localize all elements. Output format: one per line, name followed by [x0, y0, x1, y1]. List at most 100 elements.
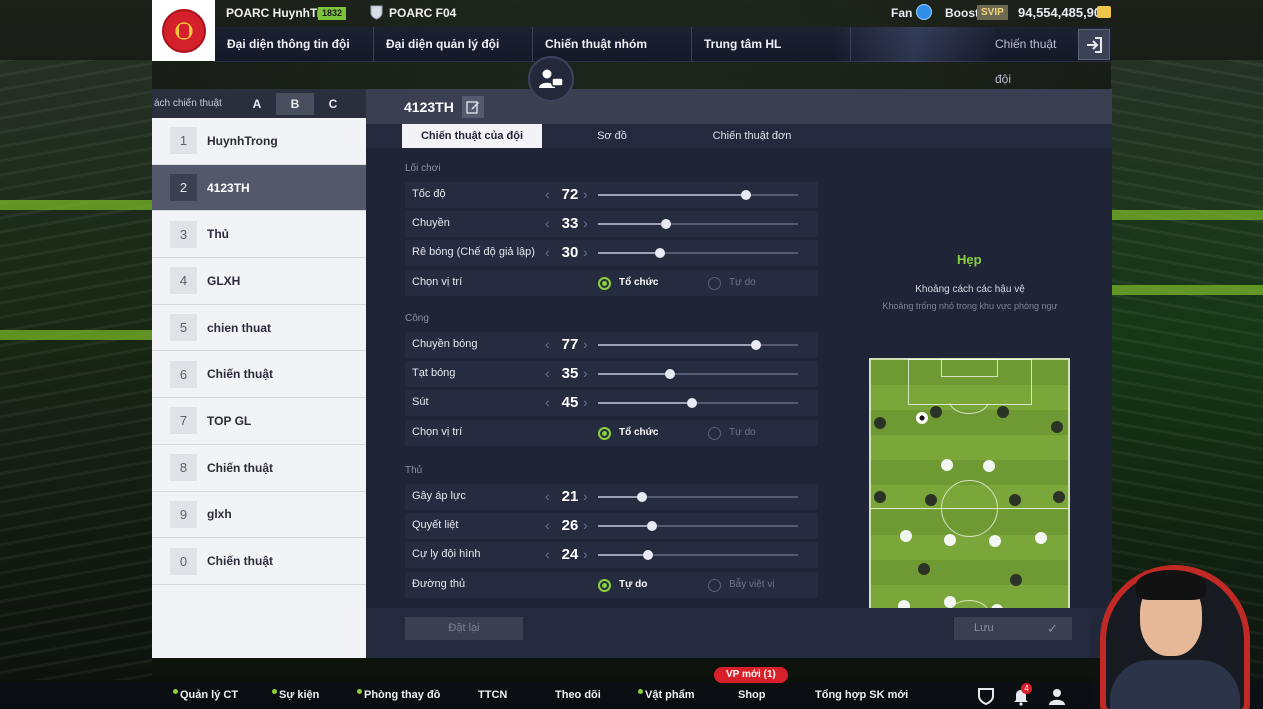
chevron-right-icon[interactable]: › — [583, 215, 588, 231]
bottom-nav-ttcn[interactable]: TTCN — [478, 689, 507, 701]
chevron-right-icon[interactable]: › — [583, 517, 588, 533]
tab-c[interactable]: C — [314, 92, 352, 115]
slider-handle[interactable] — [751, 340, 761, 350]
tactic-item[interactable]: 0 Chiến thuật — [152, 538, 366, 585]
tab-b[interactable]: B — [276, 92, 314, 115]
svip-badge[interactable]: SVIP — [977, 5, 1008, 20]
slider-handle[interactable] — [643, 550, 653, 560]
tab-team-tactics[interactable]: Chiến thuật của đội — [402, 124, 542, 148]
chevron-left-icon[interactable]: ‹ — [545, 215, 550, 231]
tactic-item[interactable]: 4 GLXH — [152, 258, 366, 305]
tactic-item[interactable]: 5 chien thuat — [152, 305, 366, 352]
tactic-slider-row: Tạt bóng ‹ 35 › — [405, 361, 818, 387]
chevron-right-icon[interactable]: › — [583, 244, 588, 260]
chevron-right-icon[interactable]: › — [583, 365, 588, 381]
chevron-left-icon[interactable]: ‹ — [545, 186, 550, 202]
slider-handle[interactable] — [687, 398, 697, 408]
bottom-nav-label: Vật phẩm — [645, 689, 695, 701]
tab-formation[interactable]: Sơ đồ — [542, 124, 682, 148]
tactic-option-row: Đường thủ Tự do Bẫy việt vị — [405, 572, 818, 598]
tab-a[interactable]: A — [238, 92, 276, 115]
slider-track[interactable] — [598, 190, 798, 200]
team-player[interactable] — [989, 535, 1001, 547]
slider-handle[interactable] — [647, 521, 657, 531]
team-player[interactable] — [1035, 532, 1047, 544]
team-player[interactable] — [983, 460, 995, 472]
center-circle — [941, 480, 998, 537]
chevron-left-icon[interactable]: ‹ — [545, 394, 550, 410]
chevron-left-icon[interactable]: ‹ — [545, 336, 550, 352]
chevron-left-icon[interactable]: ‹ — [545, 244, 550, 260]
reset-button[interactable]: Đặt lại — [405, 617, 523, 640]
bottom-nav-tong-hop-sk[interactable]: Tổng hợp SK mới — [815, 689, 908, 701]
tactic-item[interactable]: 2 4123TH — [152, 164, 366, 212]
radio-unselected[interactable] — [708, 427, 721, 440]
option-unselected-label: Tự do — [729, 277, 756, 288]
slider-track[interactable] — [598, 340, 798, 350]
team-player[interactable] — [900, 530, 912, 542]
edit-name-button[interactable] — [461, 95, 484, 118]
exit-button[interactable] — [1078, 29, 1110, 60]
new-dot — [638, 689, 643, 694]
bottom-nav-quan-ly-ct[interactable]: Quản lý CT — [173, 689, 238, 701]
slider-handle[interactable] — [655, 248, 665, 258]
chevron-right-icon[interactable]: › — [583, 336, 588, 352]
slider-value: 30 — [561, 244, 579, 261]
team-player[interactable] — [941, 459, 953, 471]
description-line: Khoảng cách các hậu vệ — [915, 284, 1025, 295]
chevron-right-icon[interactable]: › — [583, 546, 588, 562]
chevron-right-icon[interactable]: › — [583, 394, 588, 410]
tactic-item[interactable]: 1 HuynhTrong — [152, 118, 366, 165]
bottom-nav-theo-doi[interactable]: Theo dõi — [555, 689, 601, 701]
bottom-nav: Quản lý CT Sự kiện Phòng thay đồ TTCN Th… — [0, 682, 1263, 709]
tactic-item[interactable]: 7 TOP GL — [152, 398, 366, 445]
slider-track[interactable] — [598, 398, 798, 408]
slider-handle[interactable] — [665, 369, 675, 379]
slider-track[interactable] — [598, 492, 798, 502]
team-player[interactable] — [944, 534, 956, 546]
radio-selected[interactable] — [598, 427, 611, 440]
tactic-name: HuynhTrong — [207, 133, 278, 148]
tactic-item[interactable]: 3 Thủ — [152, 211, 366, 259]
nav-team-management[interactable]: Đại diện quản lý đội — [374, 27, 533, 62]
chevron-left-icon[interactable]: ‹ — [545, 546, 550, 562]
shield-icon[interactable] — [976, 686, 996, 706]
bottom-nav-vat-pham[interactable]: Vật phẩm — [638, 689, 695, 701]
bottom-nav-phong-thay-do[interactable]: Phòng thay đồ — [357, 689, 440, 701]
chat-button[interactable] — [528, 56, 574, 102]
bottom-nav-label: TTCN — [478, 689, 508, 701]
bottom-nav-shop[interactable]: Shop — [738, 689, 766, 701]
slider-track[interactable] — [598, 369, 798, 379]
slider-handle[interactable] — [637, 492, 647, 502]
chevron-right-icon[interactable]: › — [583, 488, 588, 504]
profile-icon[interactable] — [1047, 686, 1067, 706]
radio-unselected[interactable] — [708, 579, 721, 592]
slider-handle[interactable] — [741, 190, 751, 200]
nav-training-center[interactable]: Trung tâm HL — [692, 27, 851, 62]
tactic-item[interactable]: 6 Chiến thuật — [152, 351, 366, 399]
nav-team-info[interactable]: Đại diện thông tin đội — [215, 27, 374, 62]
team-player[interactable] — [944, 596, 956, 608]
chevron-left-icon[interactable]: ‹ — [545, 488, 550, 504]
slider-handle[interactable] — [661, 219, 671, 229]
tactic-item[interactable]: 8 Chiến thuật — [152, 445, 366, 492]
chevron-left-icon[interactable]: ‹ — [545, 517, 550, 533]
radio-selected[interactable] — [598, 579, 611, 592]
radio-selected[interactable] — [598, 277, 611, 290]
opponent-player — [1053, 491, 1065, 503]
tab-individual-tactics[interactable]: Chiến thuật đơn — [682, 124, 822, 148]
radio-unselected[interactable] — [708, 277, 721, 290]
chevron-right-icon[interactable]: › — [583, 186, 588, 202]
slider-track[interactable] — [598, 248, 798, 258]
club-crest-icon[interactable] — [152, 0, 215, 61]
chevron-left-icon[interactable]: ‹ — [545, 365, 550, 381]
tactic-item[interactable]: 9 glxh — [152, 492, 366, 539]
option-unselected-label: Bẫy việt vị — [729, 579, 775, 590]
save-button[interactable]: Lưu ✓ — [954, 617, 1072, 640]
new-item-badge[interactable]: VP mới (1) — [714, 667, 788, 683]
bottom-nav-su-kien[interactable]: Sự kiện — [272, 689, 319, 701]
fan-icon[interactable] — [916, 4, 932, 20]
slider-track[interactable] — [598, 550, 798, 560]
slider-track[interactable] — [598, 521, 798, 531]
slider-track[interactable] — [598, 219, 798, 229]
